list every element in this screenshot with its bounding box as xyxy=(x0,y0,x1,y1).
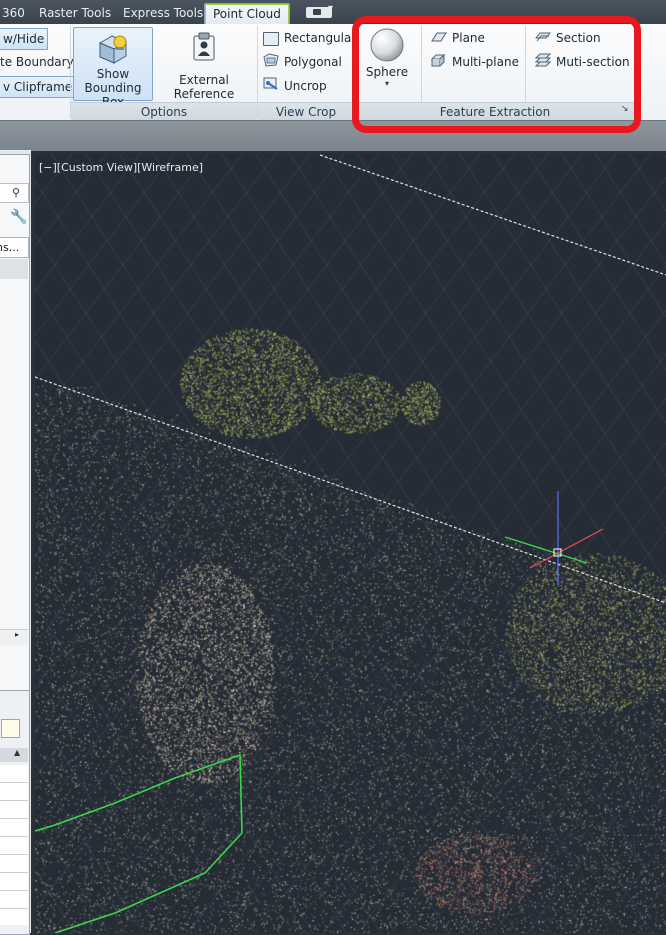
rectangular-crop-button[interactable]: Rectangular xyxy=(263,28,356,48)
polygonal-crop-icon xyxy=(263,52,279,73)
tab-360[interactable]: 360 xyxy=(2,4,25,22)
bounding-box-edge xyxy=(35,376,666,604)
external-reference-button[interactable]: External Reference xyxy=(154,27,254,101)
palette-scrollbar[interactable] xyxy=(0,629,28,646)
boundary-polyline xyxy=(35,753,243,933)
palette-lower-section: ▲ xyxy=(0,690,30,935)
palette-column-header: ns... xyxy=(0,237,29,258)
palette-edit-icon[interactable] xyxy=(1,719,20,738)
uncrop-button[interactable]: Uncrop xyxy=(263,76,327,96)
tab-express-tools[interactable]: Express Tools xyxy=(123,4,203,22)
properties-palette: ⚲ 🔧 ns... ▸ ▲ xyxy=(0,150,31,935)
drawing-viewport[interactable]: [−][Custom View][Wireframe] xyxy=(35,153,666,933)
workspace-switch-icon[interactable] xyxy=(306,3,333,18)
scroll-right-icon[interactable]: ▸ xyxy=(15,630,19,639)
uncrop-label: Uncrop xyxy=(284,79,327,93)
show-bounding-box-button[interactable]: Show Bounding Box xyxy=(73,27,153,109)
viewport-label[interactable]: [−][Custom View][Wireframe] xyxy=(39,161,203,174)
view-crop-panel-title: View Crop xyxy=(258,102,354,121)
wrench-icon[interactable]: 🔧 xyxy=(10,209,27,225)
rectangular-label: Rectangular xyxy=(284,31,357,45)
palette-upper-section: ⚲ 🔧 ns... ▸ xyxy=(0,154,30,696)
tab-point-cloud[interactable]: Point Cloud xyxy=(204,3,290,25)
bounding-box-edge-top xyxy=(319,154,666,276)
feature-extraction-highlight xyxy=(352,16,641,133)
polygonal-crop-button[interactable]: Polygonal xyxy=(263,52,342,72)
show-bounding-box-label-1: Show xyxy=(96,67,130,81)
create-boundary-button[interactable]: te Boundary xyxy=(0,52,74,72)
external-reference-label: External Reference xyxy=(173,73,235,101)
palette-selected-row[interactable] xyxy=(0,259,28,279)
tab-raster-tools[interactable]: Raster Tools xyxy=(39,4,111,22)
external-reference-icon xyxy=(193,32,215,61)
polygonal-label: Polygonal xyxy=(284,55,342,69)
show-clipframe-button[interactable]: v Clipframe xyxy=(0,76,77,98)
viewport-overlay xyxy=(35,154,666,933)
uncrop-icon xyxy=(263,77,279,97)
options-panel-title: Options xyxy=(71,102,257,121)
show-hide-button[interactable]: w/Hide xyxy=(0,28,49,50)
rectangular-crop-icon xyxy=(263,31,279,46)
search-icon[interactable]: ⚲ xyxy=(12,186,20,199)
sort-up-icon[interactable]: ▲ xyxy=(14,748,20,757)
bounding-box-icon xyxy=(98,35,128,64)
palette-table-rows[interactable] xyxy=(0,765,28,925)
